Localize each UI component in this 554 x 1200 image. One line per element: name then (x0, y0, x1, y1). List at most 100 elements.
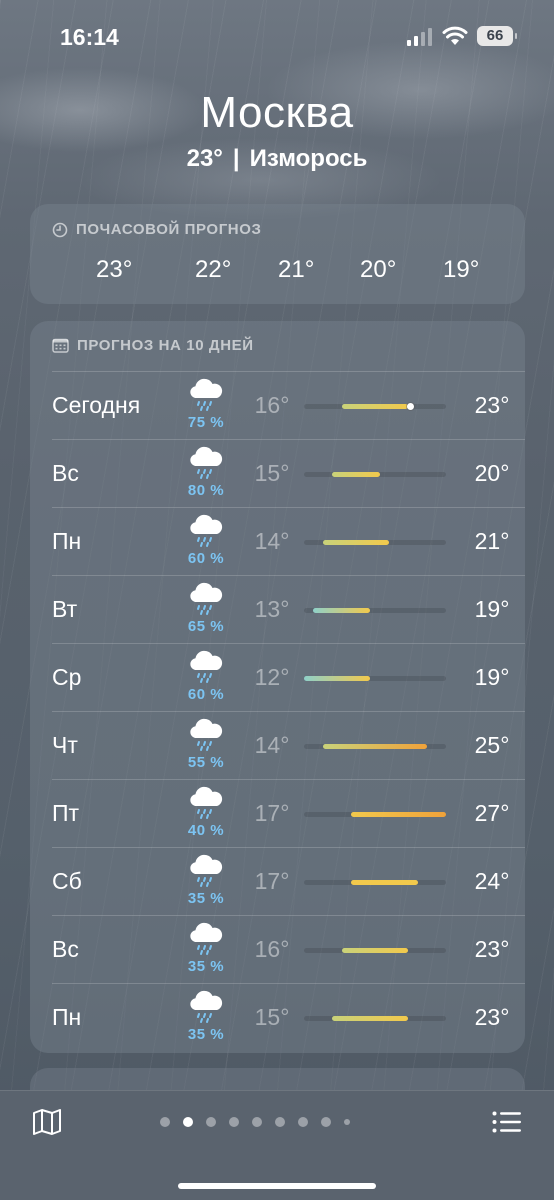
day-row[interactable]: Пт 40 % 17° 27° (52, 779, 525, 847)
precipitation-chance: 35 % (187, 890, 225, 907)
day-name: Чт (52, 732, 78, 758)
rain-cloud-icon (190, 650, 223, 683)
day-name: Пн (52, 1004, 82, 1030)
temperature-range-fill (332, 1016, 409, 1021)
day-row[interactable]: Сегодня 75 % 16° 23° (52, 371, 525, 439)
low-temperature: 17° (254, 800, 290, 826)
temperature-range-fill (304, 676, 371, 681)
temperature-range-fill (313, 608, 371, 613)
high-temperature: 23° (474, 392, 510, 418)
bottom-toolbar (0, 1090, 554, 1200)
day-row[interactable]: Сб 35 % 17° 24° (52, 847, 525, 915)
precipitation-chance: 60 % (187, 686, 225, 703)
city-name: Москва (200, 88, 354, 137)
high-temperature: 23° (474, 936, 510, 962)
low-temperature: 13° (254, 596, 290, 622)
rain-cloud-icon (190, 922, 223, 955)
page-indicator[interactable] (160, 1117, 350, 1127)
day-row[interactable]: Пн 60 % 14° 21° (52, 507, 525, 575)
precipitation-chance: 40 % (187, 822, 225, 839)
temperature-range-bar (304, 608, 446, 613)
precipitation-chance: 55 % (187, 754, 225, 771)
page-dot[interactable] (206, 1117, 216, 1127)
battery-indicator: 66 (477, 26, 517, 46)
rain-cloud-icon (190, 990, 223, 1023)
clock-icon (52, 222, 68, 237)
day-name: Пн (52, 528, 82, 554)
hourly-temp-2: 21° (278, 256, 315, 283)
page-dot[interactable] (229, 1117, 239, 1127)
temperature-range-fill (322, 540, 390, 545)
precipitation-chance: 65 % (187, 618, 225, 635)
page-dot[interactable] (183, 1117, 193, 1127)
home-indicator[interactable] (178, 1183, 376, 1189)
temperature-range-fill (341, 404, 409, 409)
rain-cloud-icon (190, 854, 223, 887)
day-row[interactable]: Чт 55 % 14° 25° (52, 711, 525, 779)
high-temperature: 20° (474, 460, 510, 486)
page-dot[interactable] (252, 1117, 262, 1127)
temperature-range-fill (332, 472, 380, 477)
hourly-temp-0: 23° (96, 256, 133, 283)
precipitation-chance: 35 % (187, 958, 225, 975)
precipitation-chance: 75 % (187, 414, 225, 431)
temperature-range-bar (304, 540, 446, 545)
page-dot[interactable] (321, 1117, 331, 1127)
hourly-temp-3: 20° (360, 256, 397, 283)
low-temperature: 14° (254, 732, 290, 758)
cellular-signal-icon (407, 28, 432, 46)
separator: | (232, 145, 240, 172)
wifi-icon (442, 26, 468, 45)
temperature-range-fill (351, 880, 418, 885)
temperature-range-bar (304, 812, 446, 817)
temperature-range-bar (304, 744, 446, 749)
temperature-range-bar (304, 403, 446, 410)
ten-day-forecast-card[interactable]: ПРОГНОЗ НА 10 ДНЕЙ Сегодня 75 % 16° 23° Вс 80… (30, 321, 525, 1053)
high-temperature: 23° (474, 1004, 510, 1030)
map-icon[interactable] (32, 1109, 62, 1135)
rain-cloud-icon (190, 786, 223, 819)
page-dot[interactable] (344, 1119, 350, 1125)
page-dot[interactable] (298, 1117, 308, 1127)
low-temperature: 15° (254, 460, 290, 486)
hourly-forecast-title: ПОЧАСОВОЙ ПРОГНОЗ (52, 221, 262, 238)
day-name: Сб (52, 868, 82, 894)
hourly-forecast-card[interactable]: ПОЧАСОВОЙ ПРОГНОЗ 23°22°21°20°19°18 (30, 204, 525, 304)
high-temperature: 24° (474, 868, 510, 894)
temperature-range-fill (351, 812, 446, 817)
hourly-temp-4: 19° (443, 256, 480, 283)
current-temperature-marker (407, 403, 415, 410)
day-row[interactable]: Ср 60 % 12° 19° (52, 643, 525, 711)
rain-cloud-icon (190, 446, 223, 479)
precipitation-chance: 35 % (187, 1026, 225, 1043)
low-temperature: 16° (254, 936, 290, 962)
high-temperature: 27° (474, 800, 510, 826)
day-row[interactable]: Вт 65 % 13° 19° (52, 575, 525, 643)
page-dot[interactable] (160, 1117, 170, 1127)
list-icon[interactable] (492, 1111, 522, 1133)
rain-cloud-icon (190, 514, 223, 547)
rain-cloud-icon (190, 718, 223, 751)
day-row[interactable]: Пн 35 % 15° 23° (52, 983, 525, 1051)
temperature-range-fill (341, 948, 409, 953)
temperature-range-bar (304, 1016, 446, 1021)
status-time: 16:14 (60, 24, 119, 50)
day-name: Пт (52, 800, 80, 826)
precipitation-chance: 60 % (187, 550, 225, 567)
day-name: Вс (52, 460, 79, 486)
day-name: Вт (52, 596, 78, 622)
rain-cloud-icon (190, 582, 223, 615)
high-temperature: 19° (474, 596, 510, 622)
low-temperature: 12° (254, 664, 290, 690)
precipitation-chance: 80 % (187, 482, 225, 499)
page-dot[interactable] (275, 1117, 285, 1127)
day-row[interactable]: Вс 35 % 16° 23° (52, 915, 525, 983)
day-name: Ср (52, 664, 82, 690)
low-temperature: 17° (254, 868, 290, 894)
ten-day-forecast-title: ПРОГНОЗ НА 10 ДНЕЙ (52, 337, 254, 354)
status-bar: 16:14 66 (0, 0, 554, 70)
hourly-temperatures[interactable]: 23°22°21°20°19°18 (30, 256, 525, 290)
low-temperature: 14° (254, 528, 290, 554)
temperature-range-bar (304, 472, 446, 477)
day-row[interactable]: Вс 80 % 15° 20° (52, 439, 525, 507)
